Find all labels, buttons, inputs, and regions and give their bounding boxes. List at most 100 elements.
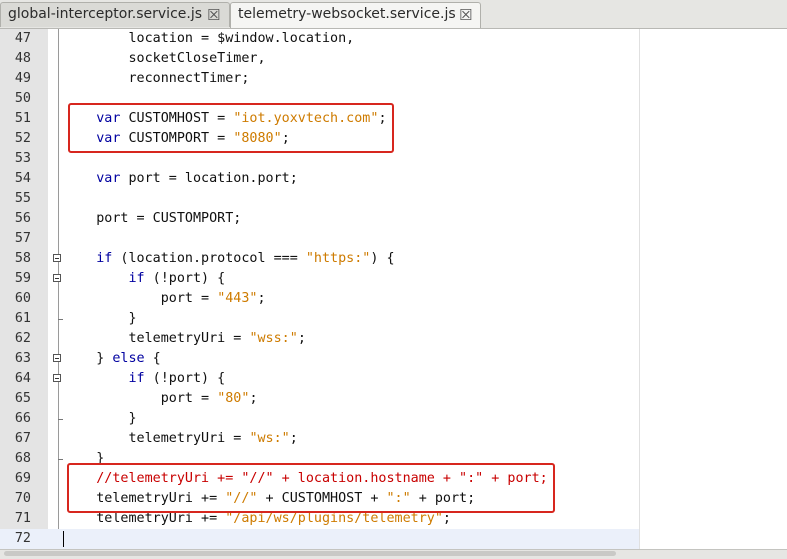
- code-line[interactable]: 58 if (location.protocol === "https:") {: [0, 249, 787, 269]
- code-line[interactable]: 64 if (!port) {: [0, 369, 787, 389]
- code-token: ;: [442, 511, 451, 526]
- line-number: 48: [14, 51, 31, 66]
- close-icon[interactable]: ☒: [459, 6, 472, 24]
- line-number: 60: [14, 291, 31, 306]
- line-number: 59: [14, 271, 31, 286]
- fold-toggle-icon[interactable]: [53, 274, 61, 282]
- keyword-token: if: [96, 251, 113, 266]
- line-number: 71: [14, 511, 31, 526]
- code-line[interactable]: 55: [0, 189, 787, 209]
- line-number: 56: [14, 211, 31, 226]
- code-token: (!port) {: [144, 271, 226, 286]
- keyword-token: else: [112, 351, 145, 366]
- string-token: "https:": [305, 251, 371, 266]
- close-icon[interactable]: ☒: [207, 6, 220, 24]
- line-number: 65: [14, 391, 31, 406]
- code-token: location = $window.location,: [64, 31, 355, 46]
- string-token: "ws:": [249, 431, 290, 446]
- string-token: "80": [217, 391, 250, 406]
- code-line[interactable]: 63 } else {: [0, 349, 787, 369]
- code-token: (location.protocol ===: [112, 251, 306, 266]
- code-text: }: [64, 411, 137, 427]
- line-number: 49: [14, 71, 31, 86]
- code-line[interactable]: 48 socketCloseTimer,: [0, 49, 787, 69]
- line-number: 53: [14, 151, 31, 166]
- code-line[interactable]: 54 var port = location.port;: [0, 169, 787, 189]
- tab-telemetry-websocket[interactable]: telemetry-websocket.service.js ☒: [230, 2, 481, 28]
- code-token: port = CUSTOMPORT;: [64, 211, 242, 226]
- code-line[interactable]: 47 location = $window.location,: [0, 29, 787, 49]
- code-line[interactable]: 61 }: [0, 309, 787, 329]
- line-number: 47: [14, 31, 31, 46]
- line-number: 62: [14, 331, 31, 346]
- code-text: if (location.protocol === "https:") {: [64, 251, 395, 267]
- code-line[interactable]: 72: [0, 529, 787, 549]
- code-text: } else {: [64, 351, 161, 367]
- fold-toggle-icon[interactable]: [53, 254, 61, 262]
- line-number: 50: [14, 91, 31, 106]
- code-line[interactable]: 49 reconnectTimer;: [0, 69, 787, 89]
- keyword-token: if: [128, 271, 145, 286]
- code-token: }: [64, 411, 137, 426]
- code-line[interactable]: 57: [0, 229, 787, 249]
- code-line[interactable]: 62 telemetryUri = "wss:";: [0, 329, 787, 349]
- line-number: 69: [14, 471, 31, 486]
- code-token: (!port) {: [144, 371, 226, 386]
- code-text: if (!port) {: [64, 371, 226, 387]
- line-number: 70: [14, 491, 31, 506]
- line-number: 64: [14, 371, 31, 386]
- code-token: telemetryUri =: [64, 431, 250, 446]
- code-text: telemetryUri = "ws:";: [64, 431, 298, 447]
- code-text: telemetryUri += "/api/ws/plugins/telemet…: [64, 511, 451, 527]
- code-token: }: [64, 351, 113, 366]
- code-text: port = CUSTOMPORT;: [64, 211, 241, 227]
- code-token: reconnectTimer;: [64, 71, 250, 86]
- code-line[interactable]: 60 port = "443";: [0, 289, 787, 309]
- code-token: ) {: [370, 251, 395, 266]
- code-token: telemetryUri =: [64, 331, 250, 346]
- line-number: 58: [14, 251, 31, 266]
- line-number: 57: [14, 231, 31, 246]
- fold-toggle-icon[interactable]: [53, 354, 61, 362]
- fold-toggle-icon[interactable]: [53, 374, 61, 382]
- line-number: 52: [14, 131, 31, 146]
- code-line[interactable]: 56 port = CUSTOMPORT;: [0, 209, 787, 229]
- custom-host-port-highlight: [68, 103, 394, 153]
- tab-label: telemetry-websocket.service.js: [238, 6, 456, 22]
- code-token: {: [144, 351, 161, 366]
- tab-global-interceptor[interactable]: global-interceptor.service.js ☒: [0, 2, 230, 27]
- code-line[interactable]: 67 telemetryUri = "ws:";: [0, 429, 787, 449]
- code-text: port = "443";: [64, 291, 266, 307]
- string-token: "wss:": [249, 331, 298, 346]
- code-line[interactable]: 66 }: [0, 409, 787, 429]
- code-text: reconnectTimer;: [64, 71, 249, 87]
- line-number: 51: [14, 111, 31, 126]
- line-number: 61: [14, 311, 31, 326]
- code-token: ;: [249, 391, 258, 406]
- text-caret: [63, 531, 64, 547]
- code-token: ;: [297, 331, 306, 346]
- code-line[interactable]: 65 port = "80";: [0, 389, 787, 409]
- code-editor[interactable]: 47 location = $window.location, 48 socket…: [0, 29, 787, 549]
- code-token: ;: [289, 431, 298, 446]
- keyword-token: var: [96, 171, 121, 186]
- code-token: port =: [64, 391, 218, 406]
- code-token: ;: [257, 291, 266, 306]
- code-token: port = location.port;: [120, 171, 298, 186]
- line-number: 72: [14, 531, 31, 546]
- line-number: 67: [14, 431, 31, 446]
- line-number: 66: [14, 411, 31, 426]
- code-token: }: [64, 311, 137, 326]
- code-text: port = "80";: [64, 391, 258, 407]
- keyword-token: if: [128, 371, 145, 386]
- code-text: socketCloseTimer,: [64, 51, 265, 67]
- line-number: 54: [14, 171, 31, 186]
- code-text: location = $window.location,: [64, 31, 354, 47]
- code-line[interactable]: 59 if (!port) {: [0, 269, 787, 289]
- line-number: 55: [14, 191, 31, 206]
- fold-end-marker: [58, 419, 63, 420]
- scrollbar-thumb[interactable]: [4, 551, 616, 556]
